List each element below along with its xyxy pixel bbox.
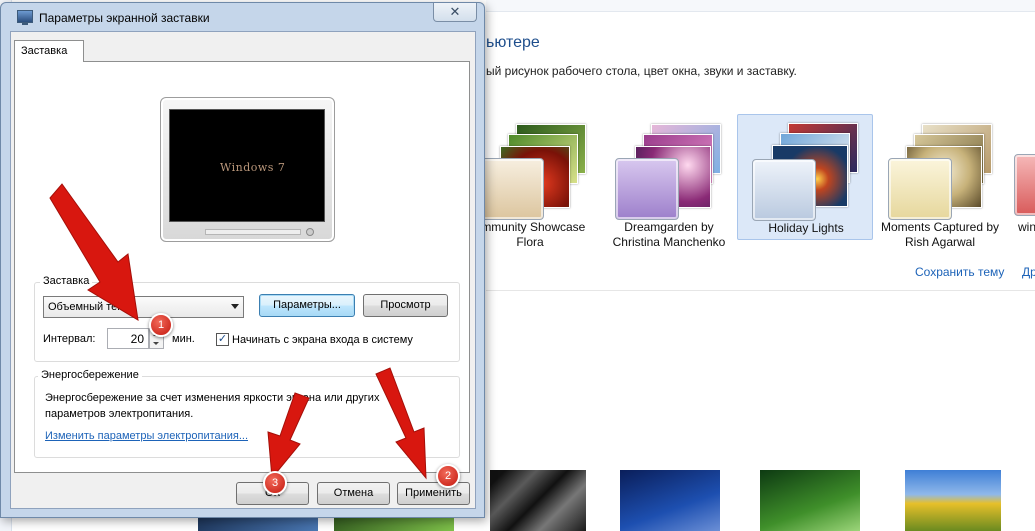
screensaver-dropdown[interactable]: Объемный текст <box>43 296 244 318</box>
theme-label: win <box>1018 220 1035 234</box>
logon-checkbox-label[interactable]: Начинать с экрана входа в систему <box>232 334 413 346</box>
monitor-bezel-bar <box>205 229 301 235</box>
background-thumbnail[interactable] <box>760 470 860 531</box>
interval-label: Интервал: <box>43 333 96 345</box>
annotation-badge-2: 2 <box>436 464 460 488</box>
screensaver-group-label: Заставка <box>40 275 93 287</box>
theme-label: Moments Captured by Rish Agarwal <box>880 220 1000 249</box>
preview-screen: Windows 7 <box>169 109 325 222</box>
theme-thumbnail <box>748 121 864 221</box>
cancel-button[interactable]: Отмена <box>317 482 390 505</box>
settings-button[interactable]: Параметры... <box>259 294 355 317</box>
monitor-icon <box>17 10 33 25</box>
theme-item-holiday-lights[interactable]: Holiday Lights <box>737 114 873 240</box>
energy-group-label: Энергосбережение <box>38 369 142 381</box>
energy-description: Энергосбережение за счет изменения яркос… <box>45 392 380 420</box>
page-heading: ьютере <box>486 34 540 51</box>
theme-thumbnail <box>611 120 727 220</box>
theme-thumbnail <box>472 120 588 220</box>
monitor-power-led <box>306 228 314 236</box>
background-thumbnail[interactable] <box>620 470 720 531</box>
save-theme-link[interactable]: Сохранить тему <box>915 265 1004 279</box>
tab-screensaver[interactable]: Заставка <box>14 40 84 62</box>
theme-thumbnail <box>1014 154 1035 216</box>
dialog-title: Параметры экранной заставки <box>39 11 210 25</box>
chevron-down-icon <box>231 304 239 309</box>
window-top-border <box>486 0 1035 12</box>
preview-button[interactable]: Просмотр <box>363 294 448 317</box>
theme-item-partial[interactable]: win <box>1008 114 1035 240</box>
section-divider <box>486 290 1035 291</box>
close-button[interactable]: ✕ <box>433 3 477 22</box>
other-themes-link[interactable]: Др <box>1022 265 1035 279</box>
interval-input[interactable]: 20 <box>107 328 149 349</box>
preview-text: Windows 7 <box>220 161 286 174</box>
apply-button[interactable]: Применить <box>397 482 470 505</box>
interval-unit-label: мин. <box>172 333 195 345</box>
theme-item-moments-captured[interactable]: Moments Captured by Rish Agarwal <box>872 114 1008 249</box>
theme-label: Dreamgarden by Christina Manchenko <box>612 220 726 249</box>
screensaver-dropdown-value: Объемный текст <box>48 301 133 313</box>
background-thumbnail[interactable] <box>490 470 586 531</box>
theme-item-dreamgarden[interactable]: Dreamgarden by Christina Manchenko <box>601 114 737 249</box>
page-subtitle: ый рисунок рабочего стола, цвет окна, зв… <box>486 64 797 78</box>
theme-label: Holiday Lights <box>768 221 844 235</box>
logon-checkbox[interactable]: ✓ <box>216 333 229 346</box>
annotation-badge-1: 1 <box>149 313 173 337</box>
spin-down-icon[interactable] <box>153 342 159 345</box>
dialog-titlebar[interactable]: Параметры экранной заставки ✕ <box>1 3 484 31</box>
annotation-badge-3: 3 <box>263 471 287 495</box>
background-thumbnail[interactable] <box>905 470 1001 531</box>
power-settings-link[interactable]: Изменить параметры электропитания... <box>45 430 248 442</box>
theme-thumbnail <box>882 120 998 220</box>
screensaver-preview-monitor: Windows 7 <box>160 97 335 242</box>
